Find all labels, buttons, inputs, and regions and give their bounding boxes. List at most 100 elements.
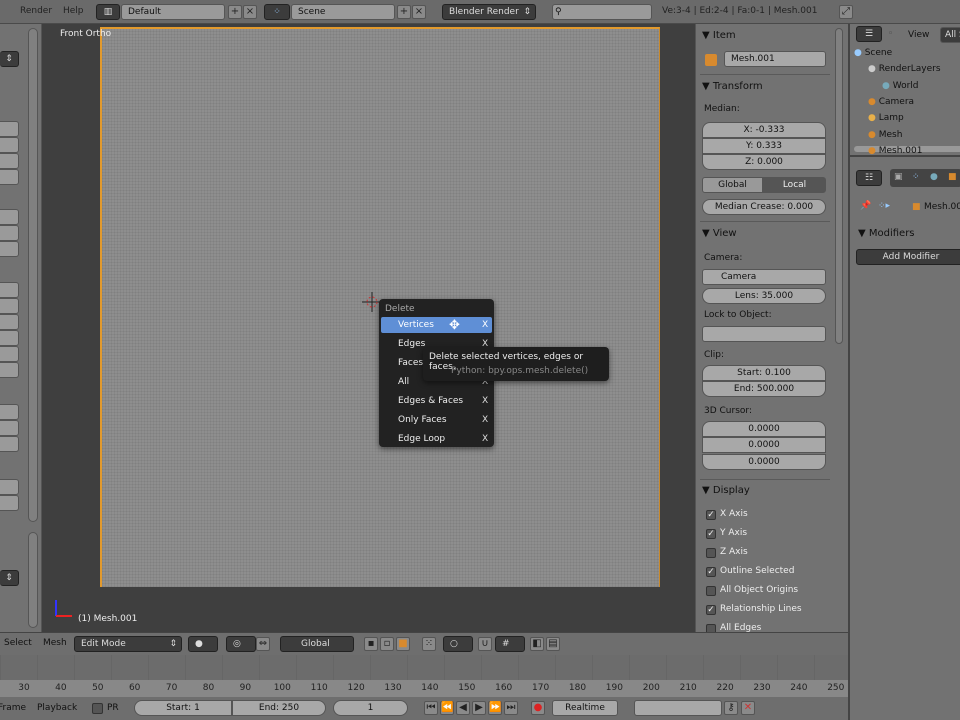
3d-viewport[interactable]: Front Ortho (1) Mesh.001 bbox=[42, 24, 695, 632]
operator-dropdown[interactable]: ⇕ bbox=[0, 570, 19, 586]
jump-end-icon[interactable]: ⏭ bbox=[504, 701, 518, 715]
screen-layout-field[interactable]: Default bbox=[121, 4, 225, 20]
menu-item-edges-faces[interactable]: Edges & Faces bbox=[398, 396, 463, 406]
start-frame-field[interactable]: Start: 1 bbox=[134, 700, 232, 716]
tool-button[interactable] bbox=[0, 298, 19, 314]
checkbox-outline-selected[interactable]: ✓ bbox=[706, 567, 716, 577]
end-frame-field[interactable]: End: 250 bbox=[232, 700, 326, 716]
outliner-item[interactable]: ● Scene bbox=[854, 48, 892, 58]
outliner-item[interactable]: ● Camera bbox=[868, 97, 914, 107]
render-tab-icon[interactable]: ▣ bbox=[894, 172, 903, 182]
menu-render[interactable]: Render bbox=[20, 6, 52, 16]
menu-playback[interactable]: Playback bbox=[37, 703, 77, 713]
object-name-field[interactable]: Mesh.001 bbox=[724, 51, 826, 67]
mode-select[interactable]: Edit Mode ⇕ bbox=[74, 636, 182, 652]
outliner-filter-select[interactable]: All S bbox=[940, 27, 960, 43]
lock-object-field[interactable] bbox=[702, 326, 826, 342]
manipulator-icon[interactable]: ⇔ bbox=[256, 637, 270, 651]
jump-start-icon[interactable]: ⏮ bbox=[424, 701, 438, 715]
item-panel-header[interactable]: ▼ Item bbox=[702, 30, 736, 41]
outliner-item[interactable]: ● Mesh bbox=[868, 130, 902, 140]
outliner-item[interactable]: ● Lamp bbox=[868, 113, 904, 123]
object-tab-icon[interactable]: ■ bbox=[948, 172, 957, 182]
tool-button[interactable] bbox=[0, 314, 19, 330]
orientation-select[interactable]: Global bbox=[280, 636, 354, 652]
scene-field[interactable]: Scene bbox=[291, 4, 395, 20]
checkbox-x-axis[interactable]: ✓ bbox=[706, 510, 716, 520]
snap-icon[interactable]: ∪ bbox=[478, 637, 492, 651]
tool-button[interactable] bbox=[0, 169, 19, 185]
cursor-y-field[interactable]: 0.0000 bbox=[702, 437, 826, 453]
search-field[interactable]: ⚲ bbox=[552, 4, 652, 20]
camera-field[interactable]: Camera bbox=[702, 269, 826, 285]
outliner-editor-type-icon[interactable]: ☰ bbox=[856, 26, 882, 42]
menu-item-all[interactable]: All bbox=[398, 377, 409, 387]
tool-button[interactable] bbox=[0, 362, 19, 378]
global-toggle[interactable]: Global bbox=[702, 177, 763, 193]
checkbox-relationship-lines[interactable]: ✓ bbox=[706, 605, 716, 615]
add-layout-icon[interactable]: + bbox=[228, 5, 242, 19]
local-toggle[interactable]: Local bbox=[763, 177, 826, 193]
clip-start-field[interactable]: Start: 0.100 bbox=[702, 365, 826, 381]
properties-context-tabs[interactable]: ▣ ⁘ ● ■ bbox=[890, 169, 960, 187]
median-y-field[interactable]: Y: 0.333 bbox=[702, 138, 826, 154]
play-reverse-icon[interactable]: ◀ bbox=[456, 701, 470, 715]
menu-frame[interactable]: Frame bbox=[0, 703, 26, 713]
tool-button[interactable] bbox=[0, 225, 19, 241]
checkbox-z-axis[interactable] bbox=[706, 548, 716, 558]
scene-icon[interactable]: ⁘ bbox=[264, 4, 290, 20]
play-icon[interactable]: ▶ bbox=[472, 701, 486, 715]
face-select-icon[interactable]: ■ bbox=[396, 637, 410, 651]
tool-button[interactable] bbox=[0, 404, 19, 420]
transform-panel-header[interactable]: ▼ Transform bbox=[702, 81, 763, 92]
view-panel-header[interactable]: ▼ View bbox=[702, 228, 737, 239]
fullscreen-icon[interactable]: ⤢ bbox=[839, 5, 853, 19]
n-panel-scrollbar[interactable] bbox=[835, 28, 843, 344]
insert-keyframe-icon[interactable]: ⚷ bbox=[724, 701, 738, 715]
keying-set-field[interactable] bbox=[634, 700, 722, 716]
limit-selection-icon[interactable]: ⁙ bbox=[422, 637, 436, 651]
menu-item-edges[interactable]: Edges bbox=[398, 339, 425, 349]
clip-end-field[interactable]: End: 500.000 bbox=[702, 381, 826, 397]
tool-button[interactable] bbox=[0, 121, 19, 137]
checkbox-all-object-origins[interactable] bbox=[706, 586, 716, 596]
median-z-field[interactable]: Z: 0.000 bbox=[702, 154, 826, 170]
tool-button[interactable] bbox=[0, 330, 19, 346]
tool-button[interactable] bbox=[0, 209, 19, 225]
menu-item-edge-loop[interactable]: Edge Loop bbox=[398, 434, 445, 444]
modifiers-panel-header[interactable]: ▼ Modifiers bbox=[858, 228, 915, 239]
median-x-field[interactable]: X: -0.333 bbox=[702, 122, 826, 138]
edge-select-icon[interactable]: ▫ bbox=[380, 637, 394, 651]
menu-help[interactable]: Help bbox=[63, 6, 84, 16]
menu-item-vertices[interactable]: Vertices X bbox=[381, 317, 492, 333]
median-crease-field[interactable]: Median Crease: 0.000 bbox=[702, 199, 826, 215]
menu-select[interactable]: Select bbox=[4, 638, 32, 648]
add-modifier-button[interactable]: Add Modifier bbox=[856, 249, 960, 265]
preview-range-checkbox[interactable] bbox=[92, 703, 103, 714]
current-frame-field[interactable]: 1 bbox=[333, 700, 408, 716]
screen-layout-icon[interactable]: ▥ bbox=[96, 4, 120, 20]
snap-element-select[interactable]: # bbox=[495, 636, 525, 652]
tool-button[interactable] bbox=[0, 420, 19, 436]
remove-layout-icon[interactable]: × bbox=[243, 5, 257, 19]
add-scene-icon[interactable]: + bbox=[397, 5, 411, 19]
render-preview-icon[interactable]: ◧ bbox=[530, 637, 544, 651]
operator-scrollbar[interactable] bbox=[28, 532, 38, 628]
delete-keyframe-icon[interactable]: ✕ bbox=[741, 701, 755, 715]
menu-mesh[interactable]: Mesh bbox=[43, 638, 67, 648]
pivot-select[interactable]: ◎ bbox=[226, 636, 256, 652]
properties-editor-type-icon[interactable]: ☷ bbox=[856, 170, 882, 186]
tool-button[interactable] bbox=[0, 137, 19, 153]
tool-button[interactable] bbox=[0, 479, 19, 495]
sync-mode-select[interactable]: Realtime bbox=[552, 700, 618, 716]
tool-button[interactable] bbox=[0, 495, 19, 511]
lens-field[interactable]: Lens: 35.000 bbox=[702, 288, 826, 304]
tool-button[interactable] bbox=[0, 153, 19, 169]
record-icon[interactable]: ● bbox=[531, 701, 545, 715]
cursor-z-field[interactable]: 0.0000 bbox=[702, 454, 826, 470]
menu-item-only-faces[interactable]: Only Faces bbox=[398, 415, 447, 425]
tool-button[interactable] bbox=[0, 346, 19, 362]
outliner-item[interactable]: ● World bbox=[882, 81, 919, 91]
display-panel-header[interactable]: ▼ Display bbox=[702, 485, 750, 496]
outliner-view-menu[interactable]: View bbox=[908, 30, 929, 40]
